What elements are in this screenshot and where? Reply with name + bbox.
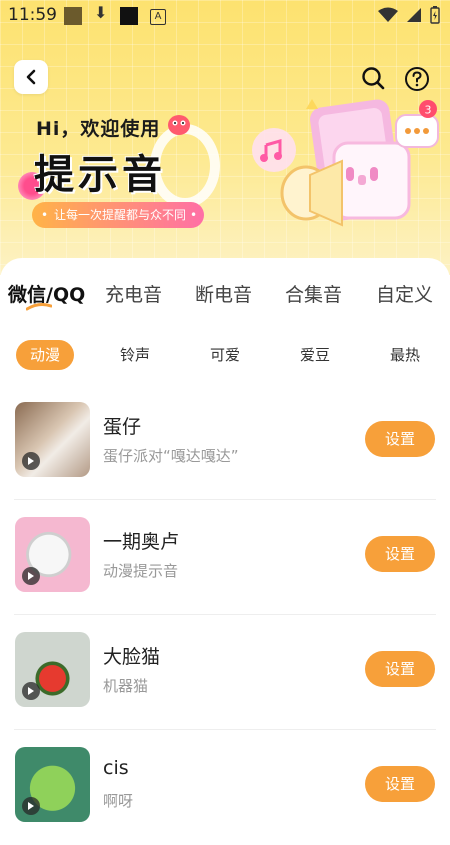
notification-icon: [64, 7, 82, 25]
search-icon[interactable]: [361, 66, 385, 90]
item-thumbnail[interactable]: [15, 517, 90, 592]
back-button[interactable]: [14, 60, 48, 94]
tab-power-off[interactable]: 断电音: [195, 280, 252, 307]
play-icon[interactable]: [22, 682, 40, 700]
list-item[interactable]: 一期奥卢 动漫提示音 设置: [0, 500, 450, 615]
tab-collection[interactable]: 合集音: [285, 280, 342, 307]
chip-ringtone[interactable]: 铃声: [106, 340, 164, 370]
wifi-icon: [378, 7, 398, 22]
tab-charging[interactable]: 充电音: [105, 280, 162, 307]
item-title: 一期奥卢: [103, 531, 180, 553]
set-button[interactable]: 设置: [365, 421, 435, 457]
status-bar: 11:59 ⬇ A: [0, 0, 450, 32]
item-thumbnail[interactable]: [15, 632, 90, 707]
chip-hottest[interactable]: 最热: [376, 340, 434, 370]
hero-greeting: Hi，欢迎使用: [36, 118, 161, 140]
help-icon[interactable]: [404, 66, 430, 92]
tab-custom[interactable]: 自定义: [376, 280, 433, 307]
notification-icon: [120, 7, 138, 25]
item-subtitle: 啊呀: [103, 792, 134, 810]
badge-count: 3: [425, 104, 432, 117]
item-subtitle: 机器猫: [103, 677, 149, 695]
download-icon: ⬇: [94, 3, 108, 22]
chip-cute[interactable]: 可爱: [196, 340, 254, 370]
item-subtitle: 蛋仔派对“嘎达嘎达”: [103, 447, 239, 465]
play-icon[interactable]: [22, 567, 40, 585]
item-title: 蛋仔: [103, 416, 142, 438]
chevron-left-icon: [26, 69, 36, 85]
list-item[interactable]: cis 啊呀 设置: [0, 730, 450, 845]
hero-title: 提示音: [34, 152, 166, 198]
list-item[interactable]: 蛋仔 蛋仔派对“嘎达嘎达” 设置: [0, 385, 450, 500]
hero-tagline: 让每一次提醒都与众不同: [32, 202, 205, 228]
item-subtitle: 动漫提示音: [103, 562, 179, 580]
set-button[interactable]: 设置: [365, 766, 435, 802]
item-title: cis: [103, 757, 129, 779]
signal-icon: [407, 8, 421, 22]
set-button[interactable]: 设置: [365, 651, 435, 687]
status-time: 11:59: [8, 5, 57, 25]
notification-letter-icon: A: [150, 9, 166, 25]
chip-anime[interactable]: 动漫: [16, 340, 74, 370]
item-thumbnail[interactable]: [15, 402, 90, 477]
chip-idol[interactable]: 爱豆: [286, 340, 344, 370]
list-item[interactable]: 大脸猫 机器猫 设置: [0, 615, 450, 730]
play-icon[interactable]: [22, 452, 40, 470]
battery-icon: [430, 6, 440, 24]
tab-active-indicator: [26, 303, 52, 311]
item-thumbnail[interactable]: [15, 747, 90, 822]
mascot-icon: [168, 115, 190, 135]
item-title: 大脸猫: [103, 646, 161, 668]
phone-speaker-illustration: 3: [252, 99, 439, 227]
set-button[interactable]: 设置: [365, 536, 435, 572]
